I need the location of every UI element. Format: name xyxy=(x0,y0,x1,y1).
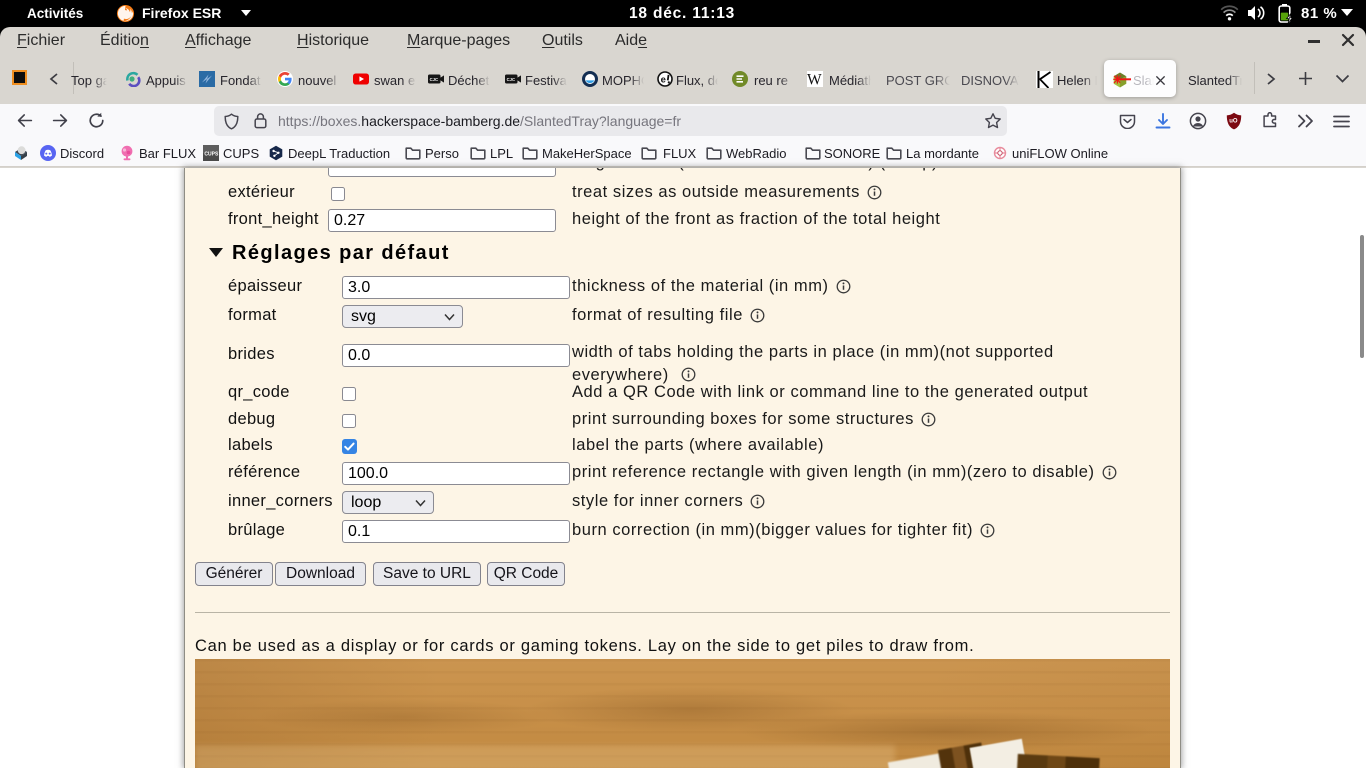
svg-text:CJC: CJC xyxy=(507,77,515,82)
svg-text:CUPS: CUPS xyxy=(204,152,219,158)
svg-text:uO: uO xyxy=(1229,119,1238,125)
svg-text:W: W xyxy=(807,71,822,87)
svg-text:CJC: CJC xyxy=(430,77,438,82)
svg-text:e: e xyxy=(661,74,666,85)
